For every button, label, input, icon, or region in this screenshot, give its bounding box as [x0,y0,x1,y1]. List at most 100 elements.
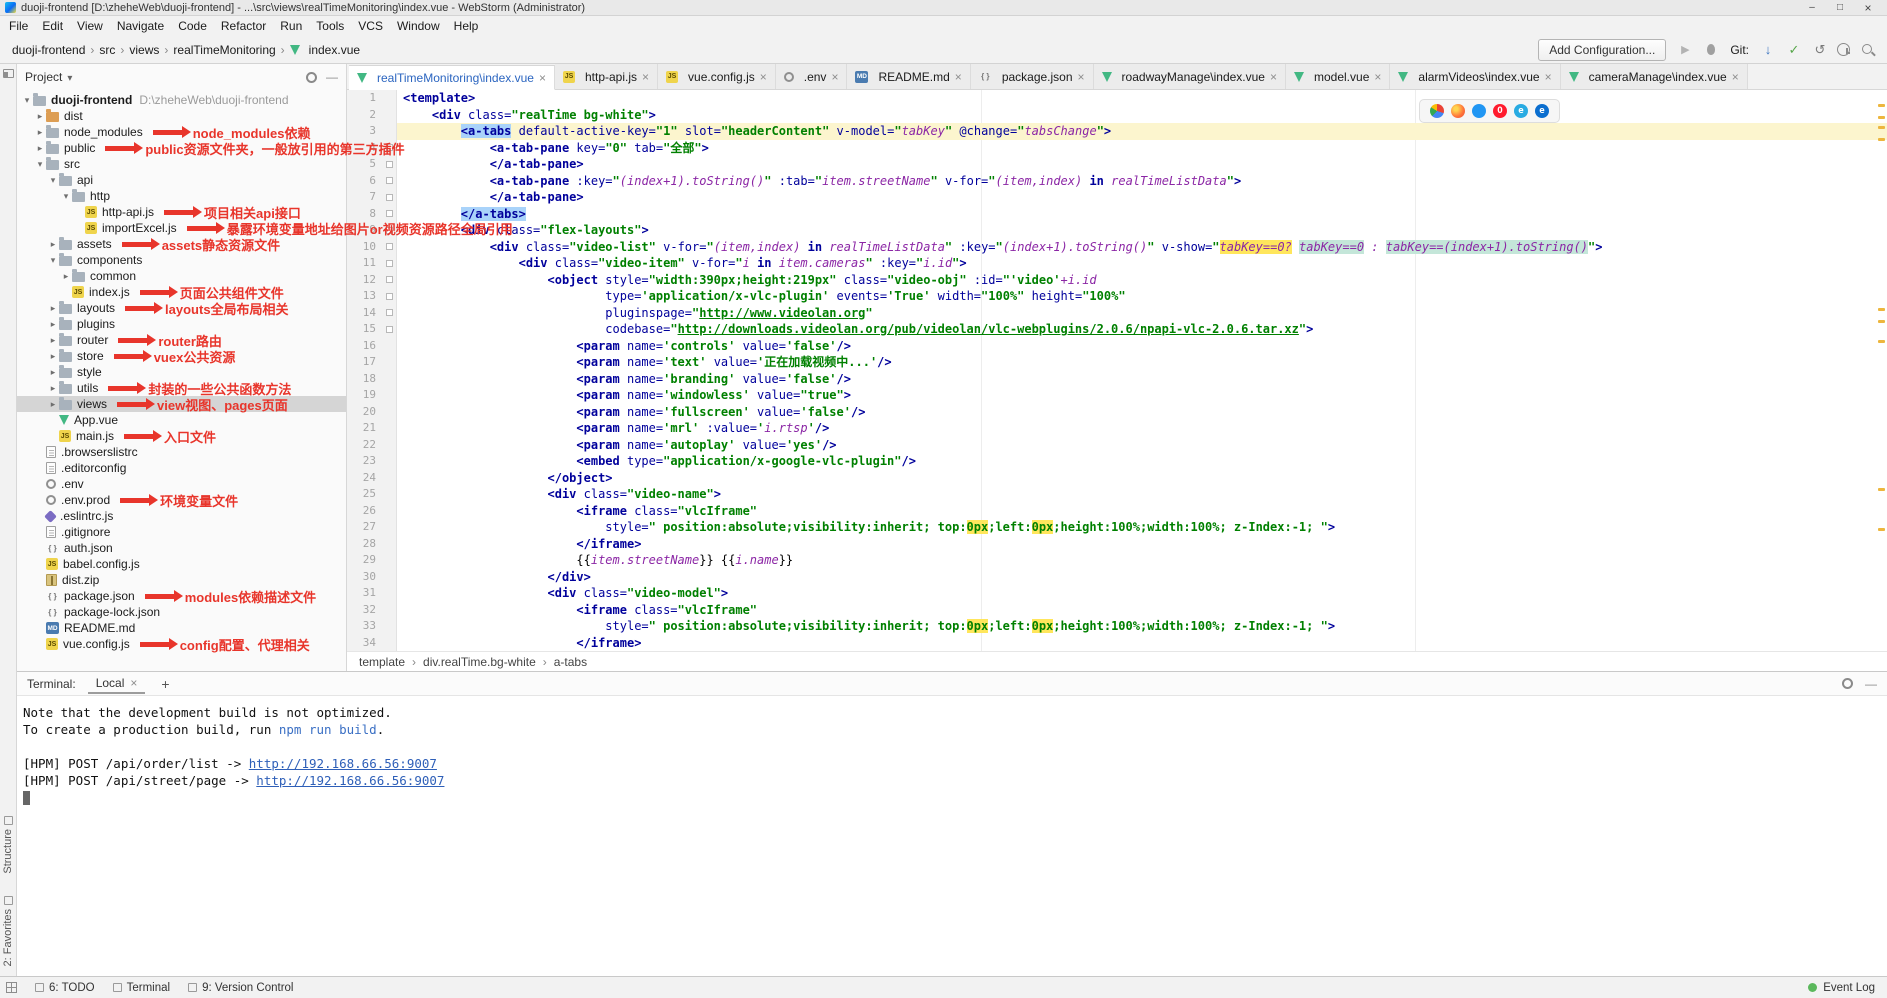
close-icon[interactable] [539,71,546,85]
close-button[interactable] [1854,0,1882,15]
editor-tab-readme.md[interactable]: README.md [847,64,970,89]
chrome-browser-icon[interactable] [1430,104,1444,118]
code-line-30[interactable]: 30 </div> [347,569,1887,586]
breadcrumb-item-duoji-frontend[interactable]: duoji-frontend [10,42,87,58]
tree-item-main.js[interactable]: main.js入口文件 [17,428,346,444]
breadcrumb-item-realtimemonitoring[interactable]: realTimeMonitoring [171,42,277,58]
terminal-link[interactable]: http://192.168.66.56:9007 [256,773,444,788]
edge-browser-icon[interactable] [1535,104,1549,118]
close-icon[interactable] [1078,70,1085,84]
settings-gear-icon[interactable] [306,72,317,83]
editor-tab-package.json[interactable]: package.json [971,64,1094,89]
menu-item-file[interactable]: File [2,17,35,35]
terminal-settings-gear-icon[interactable] [1842,678,1853,689]
menu-item-navigate[interactable]: Navigate [110,17,171,35]
terminal-link[interactable]: http://192.168.66.56:9007 [249,756,437,771]
code-line-21[interactable]: 21 <param name='mrl' :value='i.rtsp'/> [347,420,1887,437]
revert-icon[interactable] [1811,41,1829,59]
toolwindow-switcher-icon[interactable] [6,982,17,993]
fold-marker-icon[interactable] [386,326,393,333]
code-line-9[interactable]: 9 <div class="flex-layouts"> [347,222,1887,239]
tree-item-api[interactable]: api [17,172,346,188]
close-icon[interactable] [130,676,137,690]
code-line-7[interactable]: 7 </a-tab-pane> [347,189,1887,206]
fold-marker-icon[interactable] [386,293,393,300]
tree-item-duoji-frontend[interactable]: duoji-frontendD:\zheheWeb\duoji-frontend [17,92,346,108]
chevron-right-icon[interactable] [47,239,59,250]
menu-item-view[interactable]: View [70,17,110,35]
tree-item-layouts[interactable]: layoutslayouts全局布局相关 [17,300,346,316]
tool-button-2-favorites[interactable]: 2: Favorites [2,896,14,966]
chevron-right-icon[interactable] [47,367,59,378]
chevron-right-icon[interactable] [34,111,46,122]
status-item-terminal[interactable]: Terminal [113,982,170,994]
new-terminal-button[interactable]: + [157,676,173,692]
chevron-right-icon[interactable] [34,143,46,154]
breadcrumb-item-src[interactable]: src [97,42,117,58]
chevron-right-icon[interactable] [47,335,59,346]
close-icon[interactable] [760,70,767,84]
editor-tab-alarmvideos-index.vue[interactable]: alarmVideos\index.vue [1390,64,1560,89]
project-toolwindow-icon[interactable] [3,69,14,78]
code-line-24[interactable]: 24 </object> [347,470,1887,487]
breadcrumb-item-views[interactable]: views [127,42,161,58]
firefox-browser-icon[interactable] [1451,104,1465,118]
hide-panel-icon[interactable] [326,70,338,84]
tree-item-src[interactable]: src [17,156,346,172]
chevron-right-icon[interactable] [47,399,59,410]
code-line-20[interactable]: 20 <param name='fullscreen' value='false… [347,404,1887,421]
tree-item-.editorconfig[interactable]: .editorconfig [17,460,346,476]
code-editor[interactable]: 1<template>2 <div class="realTime bg-whi… [347,90,1887,651]
tree-item-babel.config.js[interactable]: babel.config.js [17,556,346,572]
status-item-9-version-control[interactable]: 9: Version Control [188,982,293,994]
fold-marker-icon[interactable] [386,309,393,316]
editor-tab-.env[interactable]: .env [776,64,848,89]
editor-tab-roadwaymanage-index.vue[interactable]: roadwayManage\index.vue [1094,64,1286,89]
code-line-12[interactable]: 12 <object style="width:390px;height:219… [347,272,1887,289]
menu-item-run[interactable]: Run [273,17,309,35]
ie-browser-icon[interactable] [1514,104,1528,118]
fold-marker-icon[interactable] [386,210,393,217]
chevron-right-icon[interactable] [47,351,59,362]
tree-item-package-lock.json[interactable]: package-lock.json [17,604,346,620]
menu-item-vcs[interactable]: VCS [351,17,390,35]
event-log-button[interactable]: Event Log [1823,982,1875,994]
code-line-16[interactable]: 16 <param name='controls' value='false'/… [347,338,1887,355]
code-line-4[interactable]: 4 <a-tab-pane key="0" tab="全部"> [347,140,1887,157]
chevron-right-icon[interactable] [47,383,59,394]
terminal-tab-local[interactable]: Local [88,674,146,694]
tree-item-.eslintrc.js[interactable]: .eslintrc.js [17,508,346,524]
chevron-down-icon[interactable] [47,175,59,186]
fold-marker-icon[interactable] [386,161,393,168]
fold-marker-icon[interactable] [386,243,393,250]
fold-marker-icon[interactable] [386,177,393,184]
fold-marker-icon[interactable] [386,260,393,267]
code-line-1[interactable]: 1<template> [347,90,1887,107]
code-line-28[interactable]: 28 </iframe> [347,536,1887,553]
code-line-6[interactable]: 6 <a-tab-pane :key="(index+1).toString()… [347,173,1887,190]
tree-item-vue.config.js[interactable]: vue.config.jsconfig配置、代理相关 [17,636,346,652]
editor-tab-realtimemonitoring-index.vue[interactable]: realTimeMonitoring\index.vue [349,65,555,90]
chevron-down-icon[interactable] [34,159,46,170]
code-line-17[interactable]: 17 <param name='text' value='正在加载视频中...'… [347,354,1887,371]
code-line-32[interactable]: 32 <iframe class="vlcIframe" [347,602,1887,619]
terminal-hide-icon[interactable] [1865,677,1877,691]
code-line-10[interactable]: 10 <div class="video-list" v-for="(item,… [347,239,1887,256]
chevron-down-icon[interactable] [67,70,72,84]
chevron-down-icon[interactable] [47,255,59,266]
editor-tab-model.vue[interactable]: model.vue [1286,64,1390,89]
menu-item-help[interactable]: Help [447,17,486,35]
close-icon[interactable] [1374,70,1381,84]
tree-item-views[interactable]: viewsview视图、pages页面 [17,396,346,412]
history-icon[interactable] [1837,43,1850,56]
chevron-right-icon[interactable] [47,303,59,314]
maximize-button[interactable] [1826,0,1854,15]
code-line-15[interactable]: 15 codebase="http://downloads.videolan.o… [347,321,1887,338]
tree-item-components[interactable]: components [17,252,346,268]
fold-marker-icon[interactable] [386,194,393,201]
update-icon[interactable] [1759,41,1777,59]
editor-tab-vue.config.js[interactable]: vue.config.js [658,64,776,89]
safari-browser-icon[interactable] [1472,104,1486,118]
code-line-33[interactable]: 33 style=" position:absolute;visibility:… [347,618,1887,635]
menu-item-window[interactable]: Window [390,17,447,35]
